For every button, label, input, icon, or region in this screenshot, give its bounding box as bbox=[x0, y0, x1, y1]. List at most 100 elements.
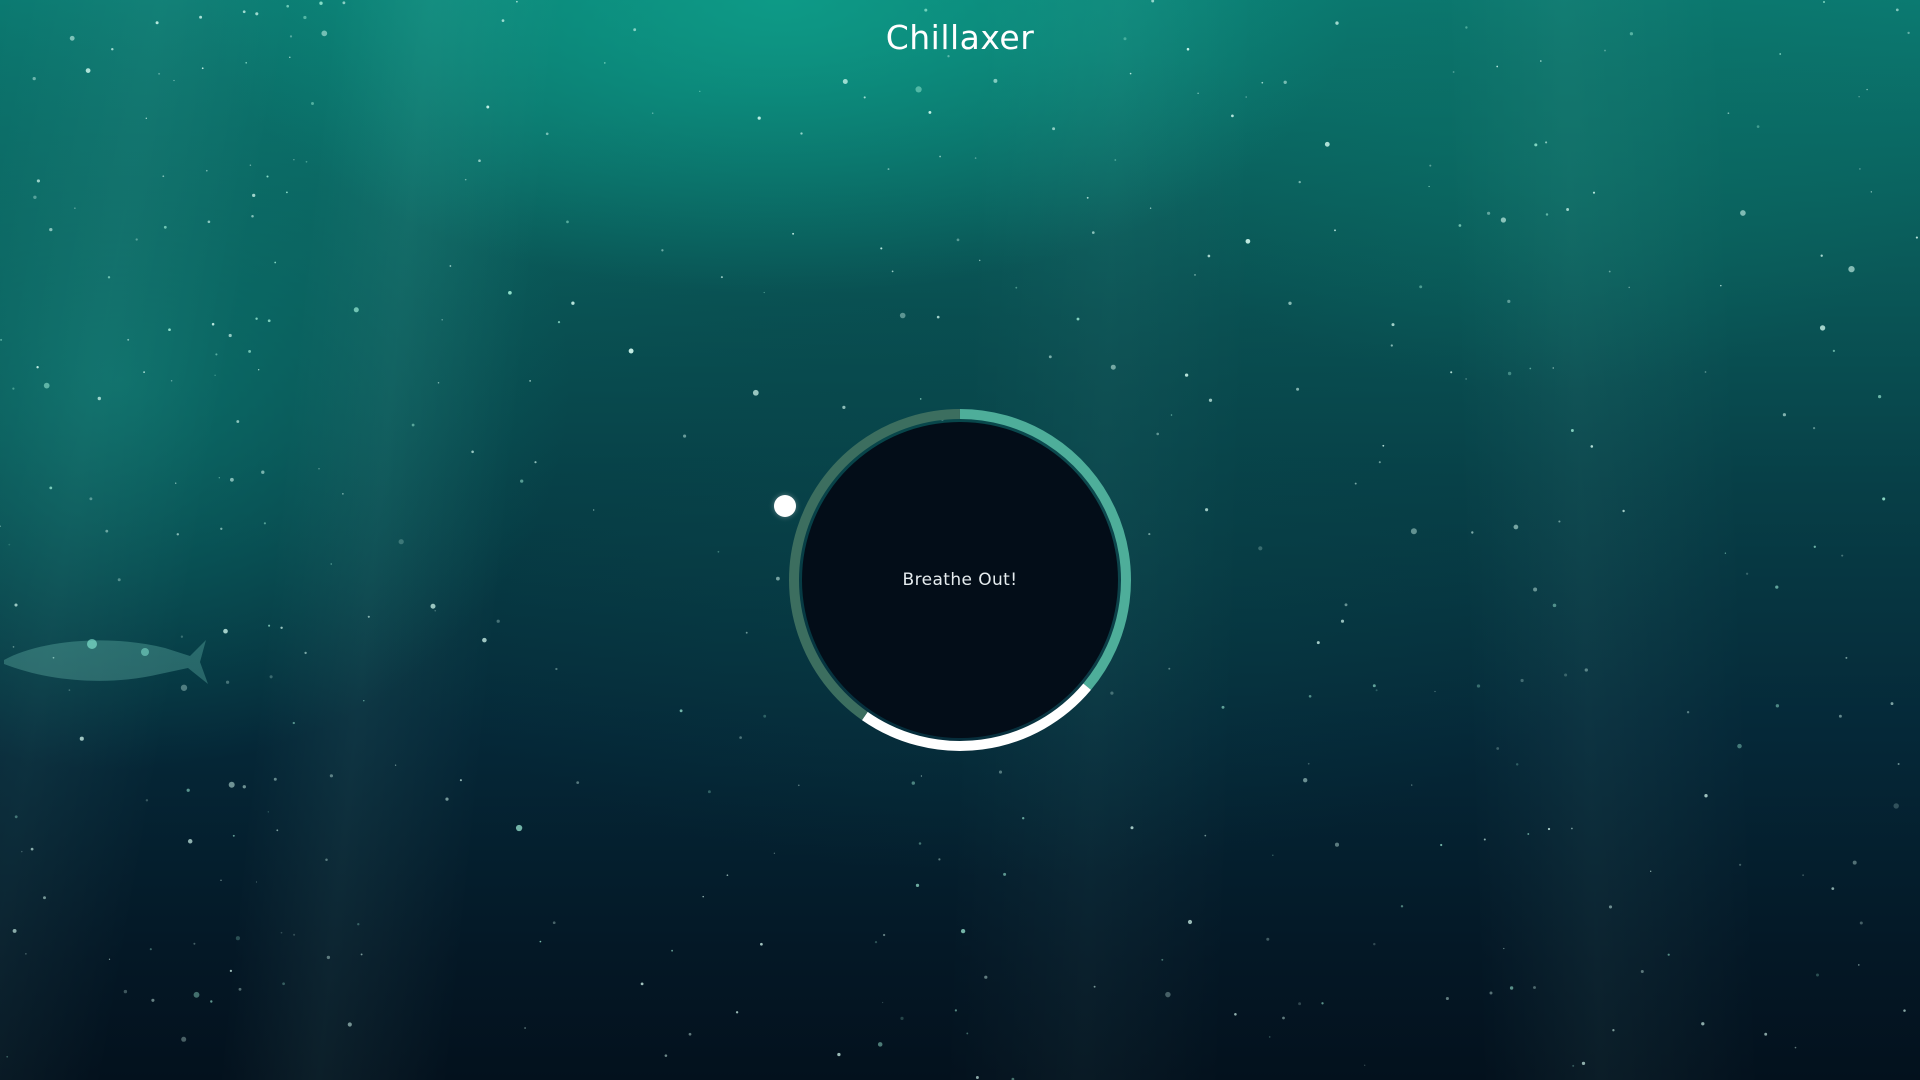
particle bbox=[800, 132, 803, 135]
particle bbox=[555, 667, 558, 671]
particle bbox=[25, 953, 27, 955]
particle bbox=[353, 307, 359, 313]
particle bbox=[242, 785, 246, 789]
particle bbox=[329, 774, 333, 778]
particle bbox=[671, 949, 673, 952]
particle bbox=[1775, 704, 1780, 708]
particle bbox=[158, 72, 161, 75]
particle bbox=[1745, 572, 1749, 575]
particle bbox=[1895, 8, 1899, 12]
particle bbox=[1533, 587, 1538, 592]
particle bbox=[529, 380, 531, 382]
particle bbox=[966, 1032, 969, 1035]
particle bbox=[0, 338, 3, 341]
particle bbox=[280, 931, 283, 934]
particle bbox=[1845, 656, 1848, 659]
particle bbox=[79, 736, 84, 741]
particle bbox=[1334, 842, 1340, 847]
particle bbox=[0, 525, 1, 527]
particle bbox=[228, 781, 235, 788]
particle bbox=[1465, 378, 1467, 380]
particle bbox=[739, 736, 742, 739]
particle bbox=[776, 576, 780, 581]
particle bbox=[89, 497, 93, 501]
particle bbox=[1496, 65, 1499, 68]
particle bbox=[471, 450, 474, 454]
particle bbox=[899, 312, 906, 319]
particle bbox=[1667, 953, 1670, 956]
particle bbox=[105, 529, 109, 533]
particle bbox=[187, 839, 193, 844]
particle bbox=[576, 781, 580, 784]
particle bbox=[938, 858, 941, 861]
particle bbox=[1764, 1032, 1768, 1036]
particle bbox=[1893, 803, 1899, 809]
particle bbox=[1375, 689, 1378, 692]
particle bbox=[143, 371, 145, 373]
particle bbox=[974, 157, 977, 159]
particle bbox=[1245, 96, 1247, 98]
particle bbox=[603, 62, 606, 64]
particle bbox=[14, 603, 18, 607]
particle bbox=[211, 322, 215, 326]
particle bbox=[449, 265, 452, 267]
particle bbox=[1194, 274, 1196, 276]
particle bbox=[180, 684, 188, 691]
particle bbox=[1303, 778, 1308, 783]
particle bbox=[220, 527, 223, 530]
particle bbox=[1813, 427, 1816, 430]
particle bbox=[919, 398, 922, 400]
particle bbox=[482, 637, 487, 643]
particle bbox=[478, 159, 481, 163]
particle bbox=[679, 709, 683, 713]
particle bbox=[207, 220, 211, 224]
particle bbox=[1890, 702, 1894, 706]
particle bbox=[255, 317, 258, 320]
particle bbox=[176, 533, 180, 536]
particle bbox=[1570, 429, 1574, 432]
particle bbox=[1564, 673, 1568, 677]
particle bbox=[877, 1042, 883, 1047]
particle bbox=[842, 79, 848, 84]
particle bbox=[1838, 714, 1842, 718]
particle bbox=[520, 479, 524, 483]
particle bbox=[998, 770, 1003, 774]
particle bbox=[286, 4, 290, 8]
particle bbox=[293, 159, 295, 161]
particle bbox=[21, 850, 23, 853]
particle bbox=[235, 936, 240, 941]
particle bbox=[1187, 919, 1193, 925]
particle bbox=[1428, 185, 1430, 188]
particle bbox=[1450, 371, 1453, 374]
particle bbox=[1584, 668, 1588, 672]
particle bbox=[1334, 229, 1336, 232]
particle bbox=[1737, 743, 1742, 749]
particle bbox=[49, 227, 53, 232]
particle bbox=[1307, 762, 1310, 765]
particle bbox=[1364, 1064, 1366, 1066]
particle bbox=[360, 953, 363, 956]
particle bbox=[1340, 619, 1345, 623]
particle bbox=[496, 619, 500, 623]
particle bbox=[1527, 833, 1530, 835]
particle bbox=[874, 940, 878, 944]
particle bbox=[1452, 71, 1455, 73]
particle bbox=[1720, 284, 1722, 287]
particle bbox=[1208, 398, 1213, 402]
particle bbox=[939, 155, 941, 158]
particle bbox=[688, 1032, 692, 1036]
particle bbox=[123, 989, 128, 994]
particle bbox=[398, 539, 404, 545]
breathing-core: Breathe Out! bbox=[802, 422, 1118, 738]
particle bbox=[318, 468, 320, 470]
particle bbox=[792, 232, 795, 235]
particle bbox=[1400, 905, 1404, 908]
particle bbox=[1266, 937, 1270, 941]
particle bbox=[12, 387, 15, 390]
particle bbox=[1298, 180, 1301, 184]
particle bbox=[248, 349, 252, 353]
particle bbox=[1740, 210, 1746, 216]
particle bbox=[1129, 72, 1132, 75]
particle bbox=[273, 777, 277, 781]
particle bbox=[1048, 355, 1052, 359]
